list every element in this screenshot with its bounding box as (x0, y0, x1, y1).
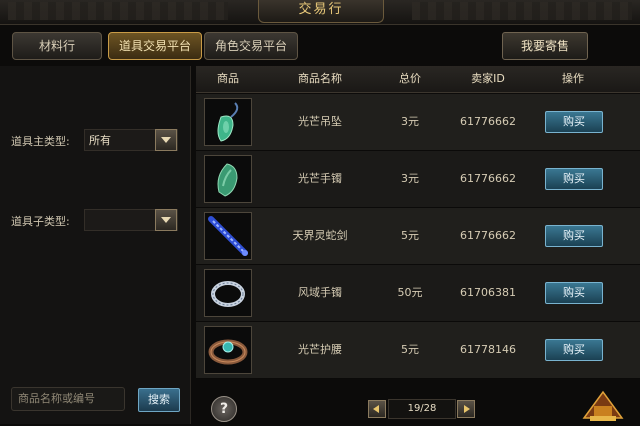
item-price: 5元 (401, 229, 419, 242)
sub-type-select[interactable] (84, 209, 178, 231)
page-indicator: 19/28 (388, 399, 456, 419)
buy-button[interactable]: 购买 (545, 225, 603, 247)
item-name: 光芒手镯 (298, 172, 342, 185)
seller-id: 61776662 (460, 172, 516, 185)
item-name: 光芒护腰 (298, 343, 342, 356)
table-row: 光芒手镯 3元 61776662 购买 (196, 151, 640, 208)
buy-button[interactable]: 购买 (545, 282, 603, 304)
help-icon[interactable]: ? (211, 396, 237, 422)
item-name: 风域手镯 (298, 286, 342, 299)
seller-id: 61706381 (460, 286, 516, 299)
col-item: 商品 (217, 72, 239, 85)
chevron-down-icon[interactable] (155, 129, 177, 151)
item-name: 天界灵蛇剑 (292, 229, 348, 242)
table-row: 光芒护腰 5元 61778146 购买 (196, 322, 640, 379)
table-row: 风域手镯 50元 61706381 购买 (196, 265, 640, 322)
item-price: 50元 (397, 286, 423, 299)
item-price: 3元 (401, 172, 419, 185)
prev-page-button[interactable] (368, 400, 386, 418)
chevron-down-icon[interactable] (155, 209, 177, 231)
table-header: 商品 商品名称 总价 卖家ID 操作 (196, 66, 640, 93)
tab-materials[interactable]: 材料行 (12, 32, 102, 60)
jade-bracelet-icon (204, 155, 252, 203)
table-row: 天界灵蛇剑 5元 61776662 购买 (196, 208, 640, 265)
buy-button[interactable]: 购买 (545, 339, 603, 361)
blue-sword-icon (204, 212, 252, 260)
item-price: 5元 (401, 343, 419, 356)
jeweled-belt-icon (204, 326, 252, 374)
consign-button[interactable]: 我要寄售 (502, 32, 588, 60)
game-logo-icon (580, 388, 626, 422)
col-action: 操作 (562, 72, 584, 85)
item-price: 3元 (401, 115, 419, 128)
col-seller: 卖家ID (471, 72, 505, 85)
tab-character-trade[interactable]: 角色交易平台 (204, 32, 298, 60)
window-title: 交易行 (258, 0, 384, 23)
title-ornament-left (8, 2, 228, 20)
table-row: 光芒吊坠 3元 61776662 购买 (196, 94, 640, 151)
tab-item-trade[interactable]: 道具交易平台 (108, 32, 202, 60)
main-type-select[interactable]: 所有 (84, 129, 178, 151)
silver-bracelet-icon (204, 269, 252, 317)
jade-pendant-icon (204, 98, 252, 146)
title-ornament-right (412, 2, 632, 20)
col-name: 商品名称 (298, 72, 342, 85)
filter-panel: 道具主类型: 所有 道具子类型: (0, 66, 191, 424)
buy-button[interactable]: 购买 (545, 168, 603, 190)
sub-type-label: 道具子类型: (11, 215, 70, 228)
next-page-button[interactable] (457, 400, 475, 418)
col-price: 总价 (399, 72, 421, 85)
seller-id: 61776662 (460, 115, 516, 128)
title-bar: 交易行 (0, 0, 640, 25)
buy-button[interactable]: 购买 (545, 111, 603, 133)
main-type-value: 所有 (89, 134, 111, 147)
search-button[interactable]: 搜索 (138, 388, 180, 412)
item-name: 光芒吊坠 (298, 115, 342, 128)
item-table: 商品 商品名称 总价 卖家ID 操作 光芒吊坠 3元 61776662 购买 光… (196, 66, 640, 379)
search-input[interactable]: 商品名称或编号 (11, 387, 125, 411)
seller-id: 61776662 (460, 229, 516, 242)
seller-id: 61778146 (460, 343, 516, 356)
main-type-label: 道具主类型: (11, 135, 70, 148)
